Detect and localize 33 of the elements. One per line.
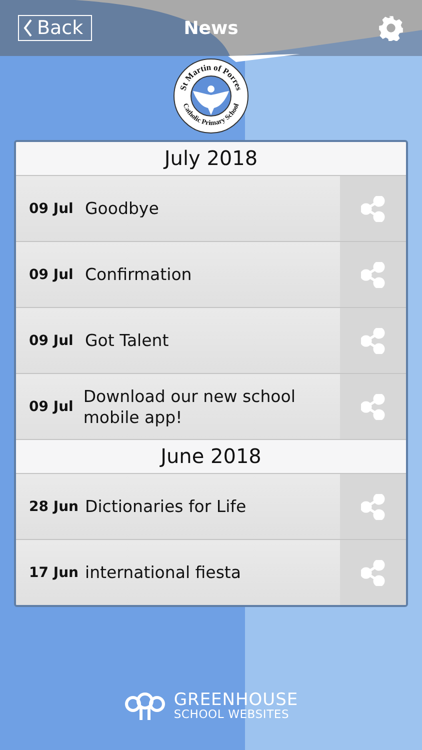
news-date: 09 Jul <box>29 332 74 348</box>
share-button[interactable] <box>340 176 406 241</box>
brand-name: GREENHOUSE <box>174 692 298 708</box>
news-title: Confirmation <box>85 264 192 285</box>
month-heading: June 2018 <box>16 440 406 474</box>
share-icon <box>361 196 385 222</box>
news-date: 17 Jun <box>29 564 75 580</box>
share-icon <box>361 494 385 520</box>
news-title: Got Talent <box>85 330 169 351</box>
news-date: 09 Jul <box>29 398 74 414</box>
back-button[interactable]: Back <box>18 15 92 41</box>
share-icon <box>361 262 385 288</box>
settings-icon <box>378 15 404 41</box>
news-title: Dictionaries for Life <box>85 496 246 517</box>
share-icon <box>361 328 385 354</box>
share-icon <box>361 560 385 586</box>
chevron-left-icon <box>23 19 33 37</box>
news-date: 09 Jul <box>29 266 74 282</box>
settings-button[interactable] <box>378 15 404 41</box>
share-button[interactable] <box>340 308 406 373</box>
greenhouse-logo-icon <box>124 692 166 720</box>
brand-tagline: SCHOOL WEBSITES <box>174 708 290 720</box>
share-button[interactable] <box>340 474 406 539</box>
share-button[interactable] <box>340 242 406 307</box>
news-title: international fiesta <box>85 562 241 583</box>
news-date: 28 Jun <box>29 498 75 514</box>
share-icon <box>361 394 385 420</box>
news-date: 09 Jul <box>29 200 74 216</box>
share-button[interactable] <box>340 540 406 605</box>
news-title: Goodbye <box>85 198 159 219</box>
share-button[interactable] <box>340 374 406 439</box>
news-title: Download our new school mobile app! <box>83 386 296 428</box>
month-heading: July 2018 <box>16 142 406 176</box>
